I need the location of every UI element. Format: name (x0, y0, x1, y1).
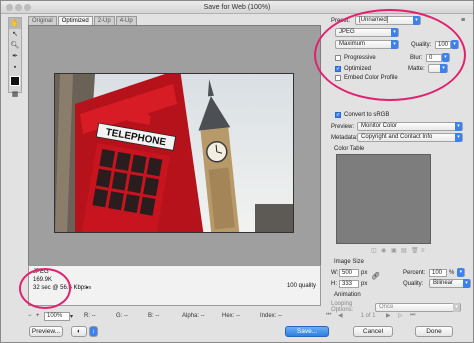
metadata-dropdown-icon: ▾ (455, 133, 462, 142)
percent-dropdown[interactable]: ▾ (457, 268, 466, 277)
readout-hex: Hex: -- (222, 313, 240, 319)
window-title: Save for Web (100%) (203, 4, 271, 11)
readout-r: R: -- (84, 313, 96, 319)
resample-quality-value: Bilinear (433, 280, 454, 286)
width-field[interactable]: 500 (339, 268, 359, 277)
new-color-icon[interactable]: ▤ (401, 247, 411, 254)
color-table-menu-icon[interactable]: ≡ (421, 248, 431, 254)
color-table-label: Color Table (334, 146, 365, 152)
browser-preview-icon[interactable]: ◐ (71, 326, 87, 337)
prev-frame-icon[interactable]: ◀ (338, 312, 350, 319)
zoom-tool-icon[interactable]: 🔍︎ (9, 40, 21, 51)
next-frame-icon[interactable]: ▶ (386, 312, 398, 319)
width-unit: px (361, 269, 368, 276)
preview-color-dropdown-icon: ▾ (455, 122, 462, 131)
metadata-label: Metadata: (331, 134, 358, 141)
frame-counter: 1 of 1 (360, 312, 376, 319)
animation-controls: ⏮ ◀ 1 of 1 ▶ ▷ ⏭ (326, 312, 474, 319)
color-table[interactable] (336, 154, 431, 244)
preset-menu-icon[interactable]: ≡ (461, 17, 465, 24)
tab-4-up[interactable]: 4-Up (115, 16, 137, 25)
convert-srgb-checkbox[interactable]: ✓ (335, 112, 341, 118)
browser-dropdown-icon[interactable]: ↕ (89, 326, 98, 337)
preview-color-label: Preview: (331, 123, 355, 130)
looping-options-value: Once (379, 303, 394, 310)
play-animation-icon[interactable]: ▷ (398, 312, 410, 319)
telephone-box-photo: TELEPHONE (55, 74, 293, 232)
readout-index: Index: -- (260, 313, 283, 319)
cancel-button[interactable]: Cancel (353, 326, 393, 337)
metadata-select[interactable]: Copyright and Contact Info ▾ (357, 133, 463, 142)
resample-quality-label: Quality: (403, 280, 424, 287)
minimize-window-button[interactable] (15, 4, 22, 11)
percent-field[interactable]: 100 (429, 268, 447, 277)
highlight-circle-settings (314, 9, 466, 101)
download-menu-icon[interactable]: ▾≡ (86, 284, 91, 292)
tab-2-up[interactable]: 2-Up (93, 16, 115, 25)
zoom-window-button[interactable] (24, 4, 31, 11)
toggle-slices-icon[interactable]: ▦ (9, 89, 21, 100)
last-frame-icon[interactable]: ⏭ (410, 312, 422, 319)
zoom-in-button[interactable]: + (36, 313, 44, 319)
first-frame-icon[interactable]: ⏮ (326, 312, 338, 319)
hand-tool-icon[interactable]: ✋ (9, 18, 21, 29)
eyedropper-tool-icon[interactable]: ✒ (9, 51, 21, 62)
height-label: H: (331, 280, 337, 287)
save-button[interactable]: Save... (285, 326, 329, 337)
percent-unit: % (449, 269, 455, 276)
looping-options-select[interactable]: Once ▾ (375, 302, 461, 312)
height-unit: px (361, 280, 368, 287)
animation-label: Animation (334, 292, 361, 298)
info-quality: 100 quality (286, 283, 316, 289)
resample-quality-select[interactable]: Bilinear ▾ (429, 279, 471, 288)
optimization-info-bar: JPEG 169.9K 32 sec @ 56.6 Kbps ▾≡ 100 qu… (28, 265, 321, 306)
toolbox: ✋ ↖ 🔍︎ ✒ ▪ ▦ (8, 17, 22, 98)
readout-alpha: Alpha: -- (182, 313, 205, 319)
readout-b: B: -- (148, 313, 160, 319)
save-for-web-dialog: Save for Web (100%) ✋ ↖ 🔍︎ ✒ ▪ ▦ Origina… (0, 0, 474, 343)
convert-srgb-label: Convert to sRGB (344, 112, 390, 118)
web-shift-icon[interactable]: ◉ (381, 247, 391, 254)
color-table-toolbar: ◫ ◉ ▣ ▤ 🗑︎ ≡ (371, 247, 431, 255)
tab-original[interactable]: Original (28, 16, 57, 25)
resample-quality-dropdown-icon: ▾ (463, 279, 470, 288)
percent-label: Percent: (403, 269, 426, 276)
percent-dropdown-icon: ▾ (457, 268, 465, 277)
preview-button[interactable]: Preview... (29, 326, 63, 337)
tab-optimized[interactable]: Optimized (57, 16, 93, 25)
highlight-circle-info (19, 268, 71, 309)
preview-image: TELEPHONE (54, 73, 294, 233)
close-window-button[interactable] (6, 4, 13, 11)
zoom-out-button[interactable]: − (28, 313, 36, 319)
metadata-value: Copyright and Contact Info (361, 134, 433, 140)
looping-dropdown-icon: ▾ (453, 302, 460, 312)
map-color-icon[interactable]: ◫ (371, 247, 381, 254)
image-size-label: Image Size (334, 259, 365, 265)
eyedropper-color-icon[interactable]: ▪ (9, 62, 21, 73)
height-field[interactable]: 333 (339, 279, 359, 288)
readout-g: G: -- (116, 313, 128, 319)
lock-color-icon[interactable]: ▣ (391, 247, 401, 254)
preview-color-select[interactable]: Monitor Color ▾ (357, 122, 463, 131)
slice-select-tool-icon[interactable]: ↖ (9, 29, 21, 40)
view-tabs: Original Optimized 2-Up 4-Up (28, 16, 138, 25)
zoom-level-field[interactable]: 100% (44, 311, 70, 321)
eyedropper-color-swatch[interactable] (10, 76, 20, 86)
preview-color-value: Monitor Color (361, 123, 398, 129)
done-button[interactable]: Done (415, 326, 453, 337)
zoom-dropdown-icon[interactable]: ▾ (70, 313, 78, 320)
delete-color-icon[interactable]: 🗑︎ (411, 247, 421, 254)
width-label: W: (331, 269, 339, 276)
